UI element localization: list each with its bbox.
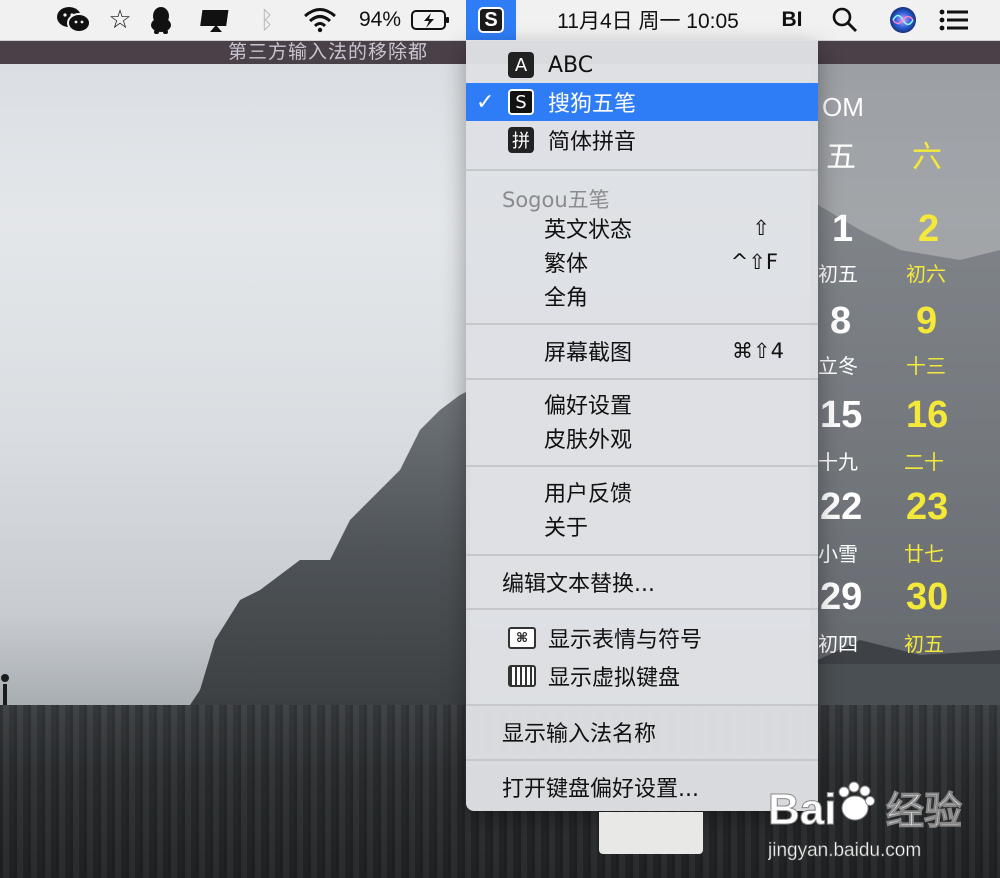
watermark-brand-suffix: 经验 (886, 789, 962, 833)
menu-item-feedback[interactable]: 用户反馈 (466, 475, 818, 509)
menu-section-title: Sogou五笔 (502, 188, 610, 212)
menu-item-preferences[interactable]: 偏好设置 (466, 387, 818, 421)
calendar-weekday-fri: 五 (826, 140, 856, 175)
calendar-day[interactable]: 16 (906, 394, 948, 437)
sogou-input-icon[interactable]: S (466, 0, 516, 40)
menu-item-show-keyboard-viewer[interactable]: 显示虚拟键盘 (466, 657, 818, 695)
wifi-icon[interactable] (300, 0, 340, 40)
calendar-day[interactable]: 1 (832, 208, 853, 251)
calendar-day[interactable]: 15 (820, 394, 862, 437)
menu-item-label: 显示虚拟键盘 (548, 666, 681, 691)
menu-item-label: 用户反馈 (544, 482, 633, 507)
menu-item-label: 显示输入法名称 (502, 722, 657, 747)
calendar-month-label: OM (822, 92, 864, 122)
menu-item-label: 编辑文本替换... (502, 572, 655, 597)
calendar-lunar: 初六 (906, 262, 946, 286)
calendar-day[interactable]: 2 (918, 208, 939, 251)
calendar-day[interactable]: 29 (820, 576, 862, 619)
calendar-lunar: 二十 (904, 450, 944, 474)
menu-item-pinyin[interactable]: 拼 简体拼音 (466, 121, 818, 159)
menubar-clock[interactable]: 11月4日 周一 10:05 (530, 0, 766, 40)
menu-item-label: 全角 (544, 286, 589, 311)
menu-item-abc[interactable]: A ABC (466, 46, 818, 84)
menu-item-screenshot[interactable]: 屏幕截图 ⌘⇧4 (466, 332, 818, 370)
watermark-brand: Bai (768, 785, 836, 834)
qq-icon[interactable] (144, 0, 178, 40)
calendar-lunar: 初五 (818, 262, 858, 286)
menu-separator (466, 704, 818, 706)
menu-item-english-mode[interactable]: 英文状态 ⇧ (466, 211, 818, 245)
calendar-day[interactable]: 22 (820, 486, 862, 529)
menu-item-label: ABC (548, 52, 594, 78)
menu-item-label: 显示表情与符号 (548, 628, 703, 653)
calendar-lunar: 小雪 (818, 542, 858, 566)
menu-bar: ☆ ᛒ 94% S 11月4日 周一 10:05 BI (0, 0, 1000, 41)
calendar-weekday-sat: 六 (912, 140, 942, 175)
calendar-day[interactable]: 30 (906, 576, 948, 619)
menu-separator (466, 554, 818, 556)
menu-separator (466, 465, 818, 467)
search-icon[interactable] (826, 0, 864, 40)
menu-item-label: 偏好设置 (544, 394, 633, 419)
menu-item-sogou-wubi[interactable]: ✓ S 搜狗五笔 (466, 83, 818, 121)
bluetooth-icon[interactable]: ᛒ (254, 0, 280, 40)
menu-item-shortcut: ⌘⇧4 (732, 339, 784, 363)
calendar-day[interactable]: 23 (906, 486, 948, 529)
menu-item-about[interactable]: 关于 (466, 509, 818, 543)
menu-item-label: 打开键盘偏好设置... (502, 777, 699, 802)
menu-item-traditional[interactable]: 繁体 ^⇧F (466, 245, 818, 279)
siri-icon[interactable] (884, 0, 922, 40)
menu-item-shortcut: ⇧ (752, 216, 770, 240)
notification-list-icon[interactable] (934, 0, 974, 40)
menu-item-skin[interactable]: 皮肤外观 (466, 421, 818, 455)
calendar-day[interactable]: 9 (916, 300, 937, 343)
calendar-day[interactable]: 8 (830, 300, 851, 343)
sogou-input-icon: S (508, 89, 534, 115)
menu-item-open-keyboard-prefs[interactable]: 打开键盘偏好设置... (466, 768, 818, 806)
paw-icon (838, 781, 875, 821)
wallpaper-stripe-text: 第三方输入法的移除都 (228, 41, 429, 63)
menu-separator (466, 378, 818, 380)
calendar-lunar: 初四 (818, 632, 858, 656)
menu-item-fullwidth[interactable]: 全角 (466, 279, 818, 313)
checkmark-icon: ✓ (476, 89, 495, 115)
menu-separator (466, 323, 818, 325)
calendar-lunar: 初五 (904, 632, 944, 656)
calendar-lunar: 立冬 (818, 354, 858, 378)
calendar-lunar: 十九 (818, 450, 858, 474)
menu-separator (466, 759, 818, 761)
star-icon[interactable]: ☆ (104, 0, 136, 40)
desktop-document-thumbnail[interactable] (599, 812, 703, 854)
calendar-lunar: 廿七 (904, 542, 944, 566)
menu-separator (466, 608, 818, 610)
menu-item-show-emoji[interactable]: ⌘ 显示表情与符号 (466, 619, 818, 657)
battery-percent[interactable]: 94% (352, 0, 408, 40)
menu-item-label: 繁体 (544, 252, 589, 277)
sogou-badge: S (478, 7, 504, 33)
calendar-lunar: 十三 (906, 354, 946, 378)
input-source-menu: A ABC ✓ S 搜狗五笔 拼 简体拼音 Sogou五笔 英文状态 ⇧ 繁体 … (466, 40, 818, 811)
menu-item-label: 简体拼音 (548, 130, 637, 155)
menu-separator (466, 169, 818, 171)
pinyin-input-icon: 拼 (508, 127, 534, 153)
emoji-viewer-icon: ⌘ (508, 627, 536, 649)
battery-icon[interactable] (410, 0, 452, 40)
menu-item-show-input-name[interactable]: 显示输入法名称 (466, 713, 818, 751)
keyboard-viewer-icon (508, 665, 536, 687)
menu-item-label: 英文状态 (544, 218, 633, 243)
menu-item-label: 皮肤外观 (544, 428, 633, 453)
baidu-jingyan-watermark: Bai 经验 jingyan.baidu.com (767, 770, 998, 870)
menu-item-label: 屏幕截图 (544, 341, 633, 366)
menu-item-edit-text-replacement[interactable]: 编辑文本替换... (466, 563, 818, 601)
menu-item-label: 关于 (544, 516, 589, 541)
wechat-icon[interactable] (54, 0, 94, 40)
menu-item-label: 搜狗五笔 (548, 92, 637, 117)
abc-input-icon: A (508, 52, 534, 78)
user-initials[interactable]: BI (774, 0, 810, 40)
airplay-icon[interactable] (196, 0, 236, 40)
menu-item-shortcut: ^⇧F (730, 250, 778, 274)
watermark-url: jingyan.baidu.com (768, 840, 921, 861)
